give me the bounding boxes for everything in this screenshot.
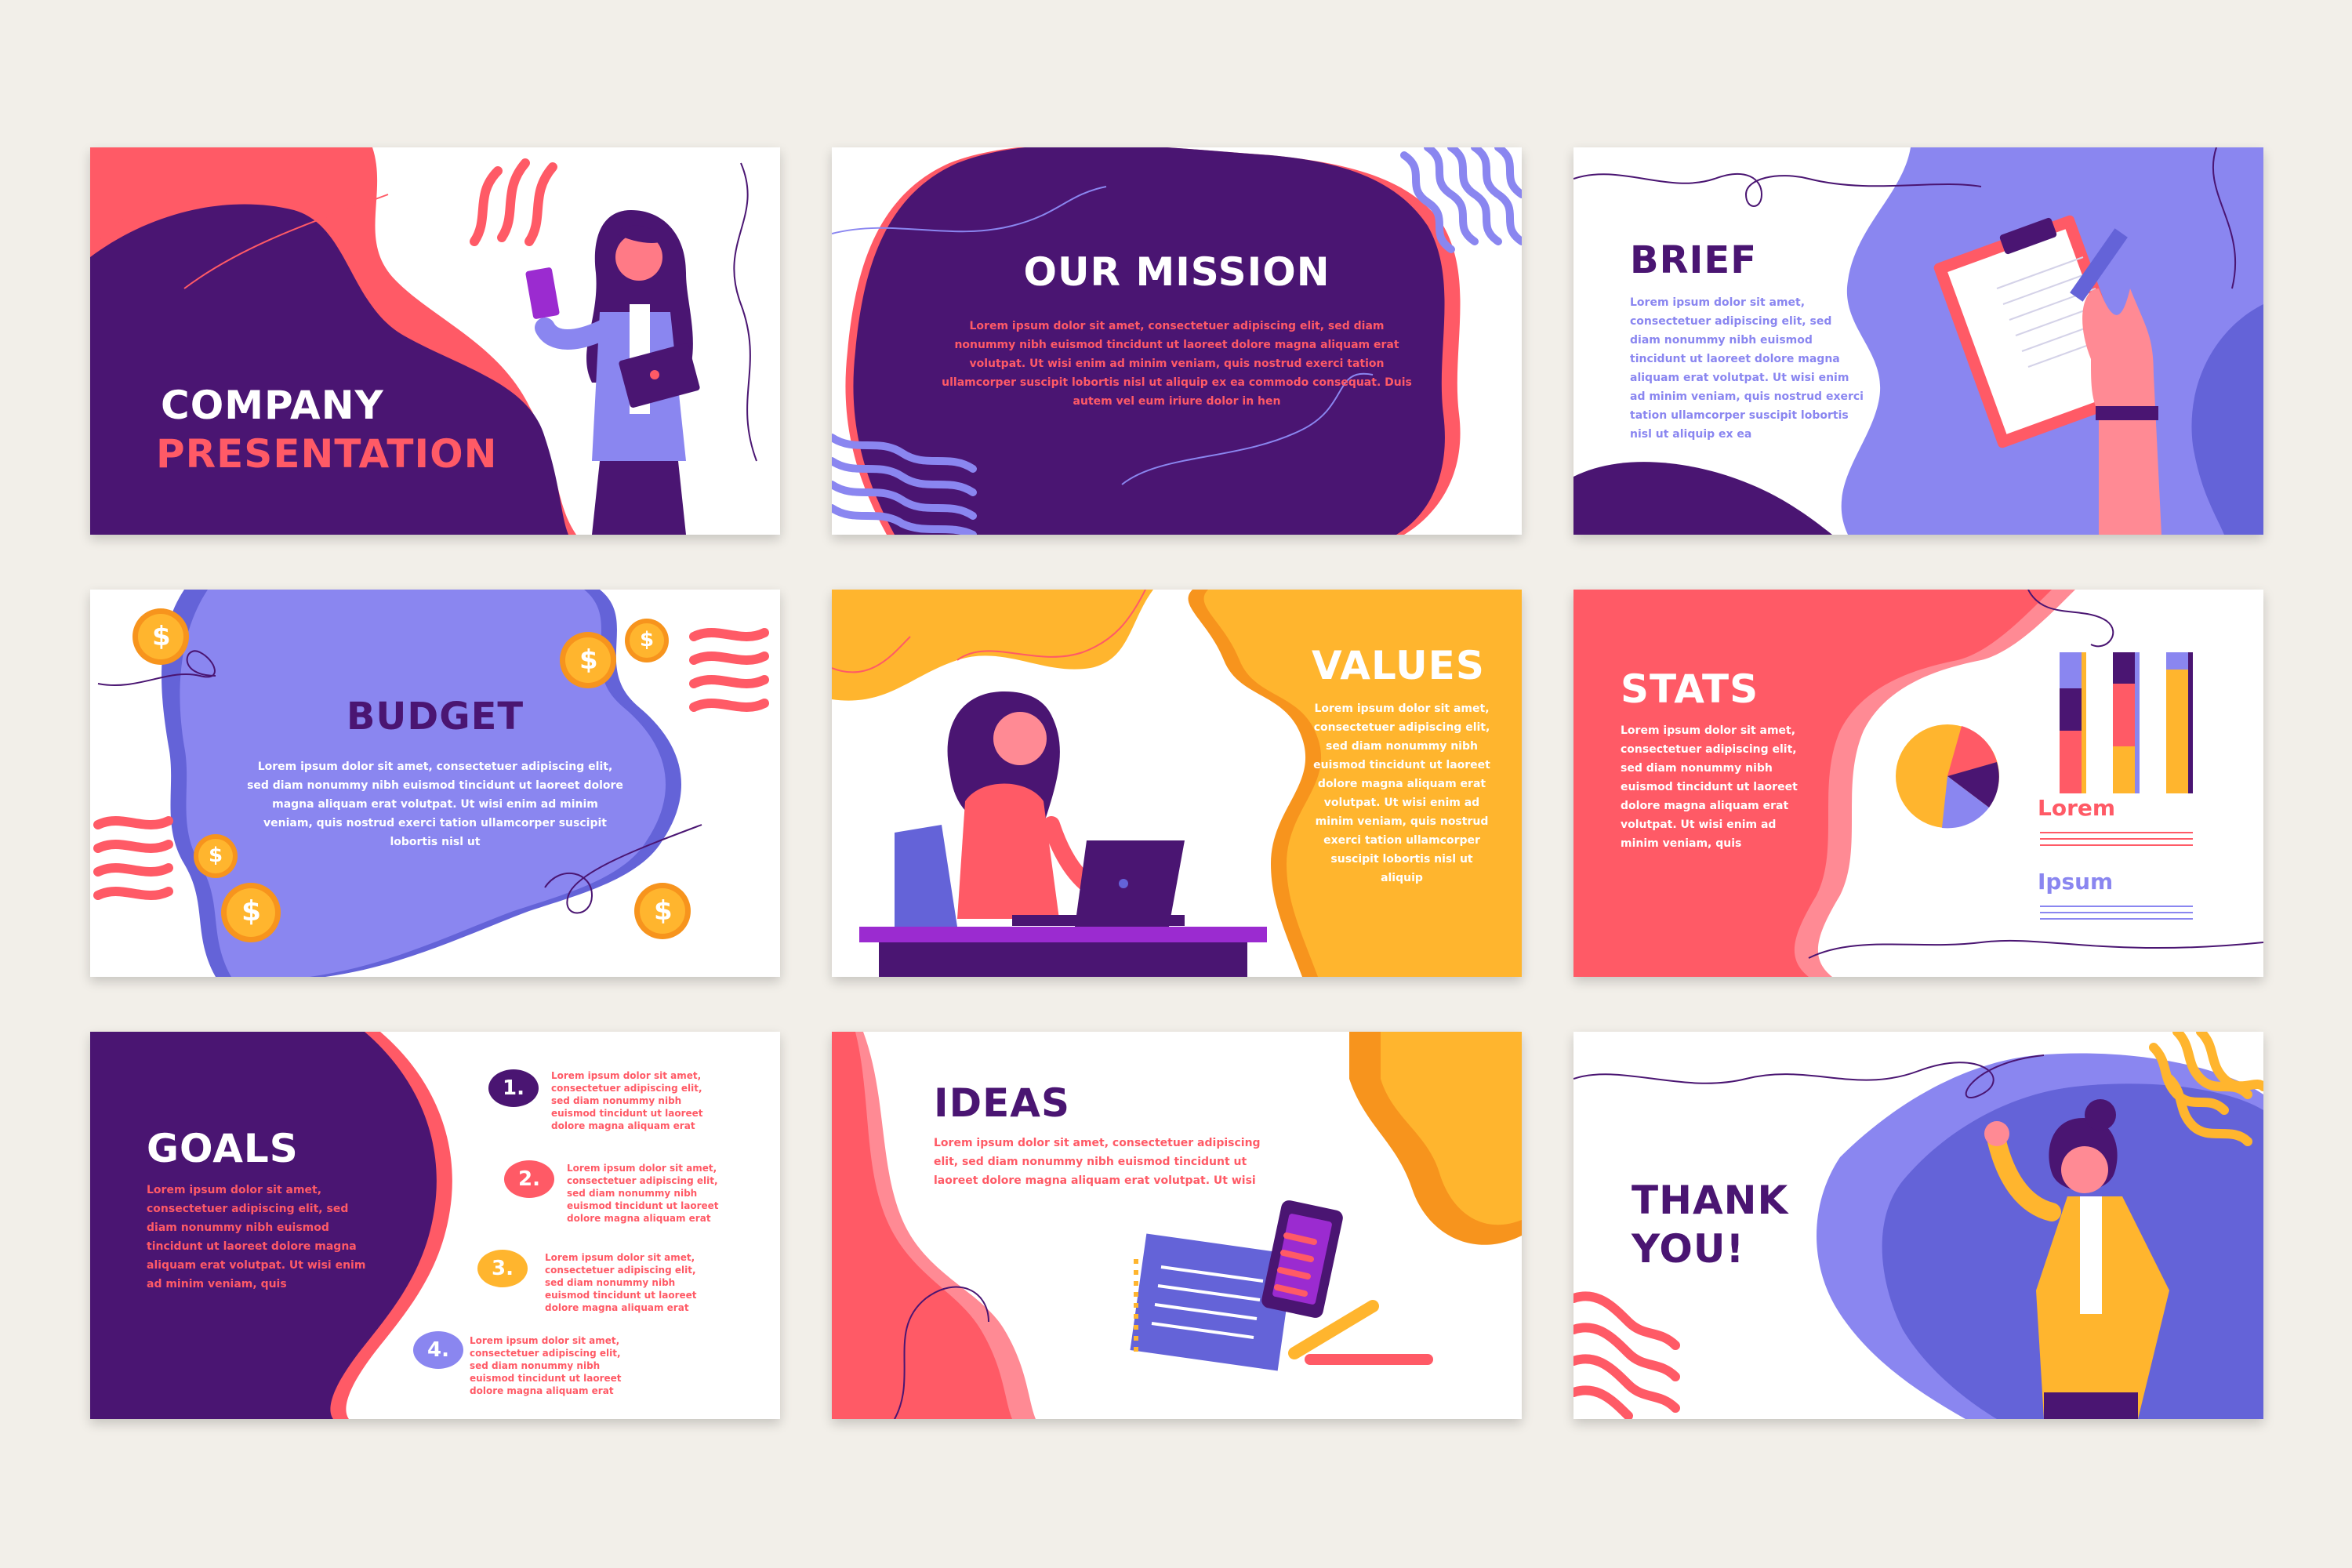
goals-body: Lorem ipsum dolor sit amet, consectetuer… bbox=[147, 1184, 366, 1290]
budget-body: Lorem ipsum dolor sit amet, consectetuer… bbox=[247, 760, 623, 848]
thanks-title-line1: THANK bbox=[1632, 1178, 1789, 1223]
slide-stats[interactable]: STATS Lorem ipsum dolor sit amet, consec… bbox=[1573, 590, 2263, 977]
slide-goals[interactable]: GOALS Lorem ipsum dolor sit amet, consec… bbox=[90, 1032, 780, 1419]
brief-title: BRIEF bbox=[1630, 238, 1757, 282]
coin-icon: $ bbox=[241, 895, 262, 927]
cover-title-line2: PRESENTATION bbox=[156, 431, 498, 477]
brief-body: Lorem ipsum dolor sit amet, consectetuer… bbox=[1630, 296, 1864, 441]
goal-number-badge: 4. bbox=[413, 1331, 463, 1369]
stats-title: STATS bbox=[1621, 666, 1759, 712]
coin-icon: $ bbox=[640, 628, 655, 652]
slide-cover[interactable]: COMPANY PRESENTATION bbox=[90, 147, 780, 535]
stats-label-ipsum: Ipsum bbox=[2038, 869, 2114, 895]
values-body: Lorem ipsum dolor sit amet, consectetuer… bbox=[1313, 702, 1490, 884]
coin-icon: $ bbox=[209, 844, 223, 867]
ideas-title: IDEAS bbox=[934, 1080, 1070, 1126]
coin-icon: $ bbox=[579, 644, 598, 676]
ideas-body: Lorem ipsum dolor sit amet, consectetuer… bbox=[934, 1137, 1261, 1187]
slide-values[interactable]: VALUES Lorem ipsum dolor sit amet, conse… bbox=[832, 590, 1522, 977]
thanks-background-shapes bbox=[1573, 1032, 2263, 1419]
goal-item-text: Lorem ipsum dolor sit amet, consectetuer… bbox=[567, 1163, 719, 1224]
goal-item-text: Lorem ipsum dolor sit amet, consectetuer… bbox=[551, 1070, 703, 1131]
slide-ideas[interactable]: IDEAS Lorem ipsum dolor sit amet, consec… bbox=[832, 1032, 1522, 1419]
stacked-bars-illustration bbox=[2060, 652, 2193, 793]
goal-number-badge: 1. bbox=[488, 1069, 539, 1107]
thanks-title-line2: YOU! bbox=[1632, 1226, 1745, 1272]
pie-chart-illustration bbox=[1896, 724, 1999, 829]
slide-brief[interactable]: BRIEF Lorem ipsum dolor sit amet, consec… bbox=[1573, 147, 2263, 535]
stats-body: Lorem ipsum dolor sit amet, consectetuer… bbox=[1621, 724, 1798, 850]
coin-icon: $ bbox=[152, 621, 171, 652]
slide-mission[interactable]: OUR MISSION Lorem ipsum dolor sit amet, … bbox=[832, 147, 1522, 535]
goal-item-text: Lorem ipsum dolor sit amet, consectetuer… bbox=[470, 1335, 622, 1396]
notebook-phone-pencils-illustration bbox=[1130, 1200, 1433, 1371]
mission-title: OUR MISSION bbox=[1023, 249, 1330, 295]
goal-number-badge: 2. bbox=[504, 1160, 554, 1198]
goal-number-badge: 3. bbox=[477, 1250, 528, 1287]
woman-laptop-illustration bbox=[859, 691, 1267, 977]
slide-budget[interactable]: $ $ $ $ $ $ BUDGET Lorem ipsum dolor sit… bbox=[90, 590, 780, 977]
slide-thank-you[interactable]: THANK YOU! bbox=[1573, 1032, 2263, 1419]
values-title: VALUES bbox=[1312, 643, 1485, 688]
stats-label-lorem: Lorem bbox=[2038, 795, 2116, 821]
goals-title: GOALS bbox=[147, 1126, 299, 1171]
budget-title: BUDGET bbox=[346, 695, 524, 739]
mission-body: Lorem ipsum dolor sit amet, consectetuer… bbox=[942, 320, 1412, 408]
coin-icon: $ bbox=[654, 895, 673, 927]
goal-item-text: Lorem ipsum dolor sit amet, consectetuer… bbox=[545, 1252, 697, 1313]
cover-title-line1: COMPANY bbox=[161, 383, 384, 428]
